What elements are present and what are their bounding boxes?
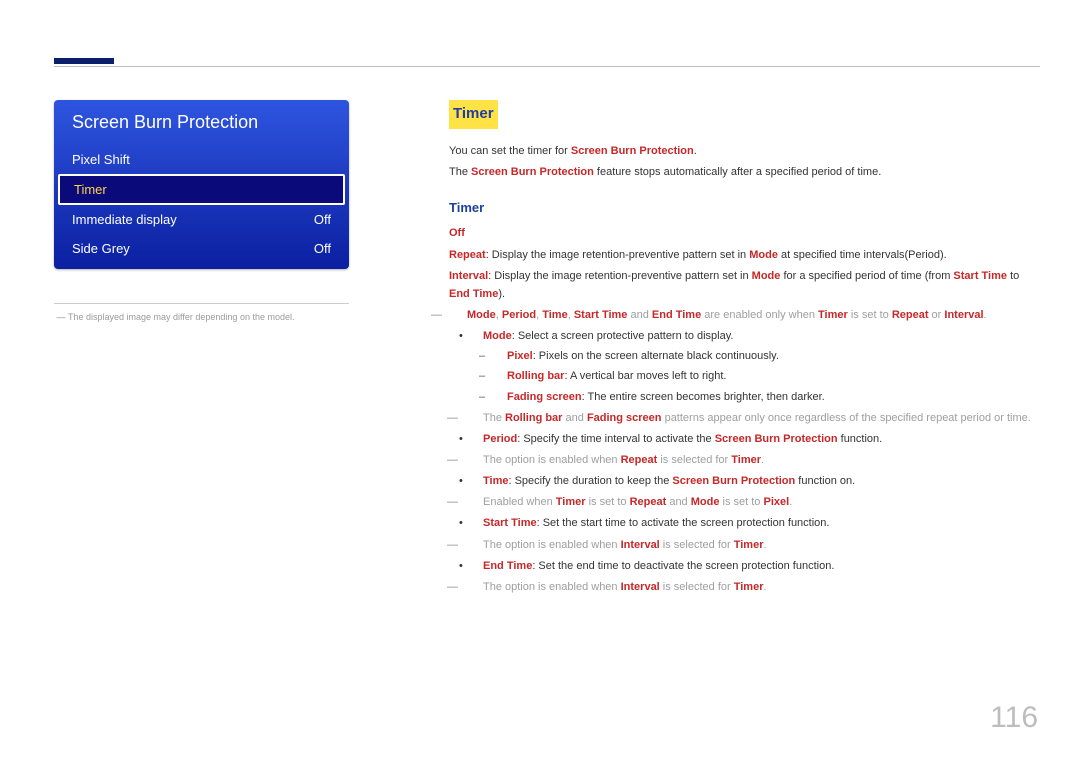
menu-item-label: Immediate display [72,212,177,227]
start-time-bullet: Start Time: Set the start time to activa… [449,514,1040,532]
mode-bullet: Mode: Select a screen protective pattern… [449,327,1040,345]
start-time-note: ―The option is enabled when Interval is … [449,536,1040,554]
menu-item-side-grey[interactable]: Side Grey Off [54,234,349,263]
repeat-line: Repeat: Display the image retention-prev… [449,246,1040,264]
menu-title: Screen Burn Protection [54,100,349,145]
intro-line-1: You can set the timer for Screen Burn Pr… [449,142,1040,160]
pattern-once-note: ―The Rolling bar and Fading screen patte… [449,409,1040,427]
time-note: ―Enabled when Timer is set to Repeat and… [449,493,1040,511]
image-caption: ―The displayed image may differ dependin… [54,312,399,322]
fading-sub-bullet: Fading screen: The entire screen becomes… [449,388,1040,406]
header-accent-bar [54,58,114,64]
period-note: ―The option is enabled when Repeat is se… [449,451,1040,469]
left-column: Screen Burn Protection Pixel Shift Timer… [54,100,399,596]
note-enabled-when: ―Mode, Period, Time, Start Time and End … [449,306,1040,324]
off-label: Off [449,224,1040,242]
menu-item-value: Off [314,212,331,227]
menu-item-pixel-shift[interactable]: Pixel Shift [54,145,349,174]
right-column: Timer You can set the timer for Screen B… [399,100,1040,596]
sub-heading-timer: Timer [449,197,1040,218]
page-content: Screen Burn Protection Pixel Shift Timer… [54,100,1040,596]
pixel-sub-bullet: Pixel: Pixels on the screen alternate bl… [449,347,1040,365]
section-heading-timer: Timer [449,100,498,129]
end-time-note: ―The option is enabled when Interval is … [449,578,1040,596]
time-bullet: Time: Specify the duration to keep the S… [449,472,1040,490]
caption-rule [54,303,349,304]
menu-item-label: Timer [74,182,107,197]
menu-item-timer[interactable]: Timer [58,174,345,205]
end-time-bullet: End Time: Set the end time to deactivate… [449,557,1040,575]
page-number: 116 [990,701,1038,735]
interval-line: Interval: Display the image retention-pr… [449,267,1040,303]
intro-line-2: The Screen Burn Protection feature stops… [449,163,1040,181]
menu-item-label: Pixel Shift [72,152,130,167]
menu-item-label: Side Grey [72,241,130,256]
rolling-sub-bullet: Rolling bar: A vertical bar moves left t… [449,367,1040,385]
period-bullet: Period: Specify the time interval to act… [449,430,1040,448]
menu-item-immediate-display[interactable]: Immediate display Off [54,205,349,234]
header-rule [54,66,1040,67]
menu-item-value: Off [314,241,331,256]
osd-menu-panel: Screen Burn Protection Pixel Shift Timer… [54,100,349,269]
